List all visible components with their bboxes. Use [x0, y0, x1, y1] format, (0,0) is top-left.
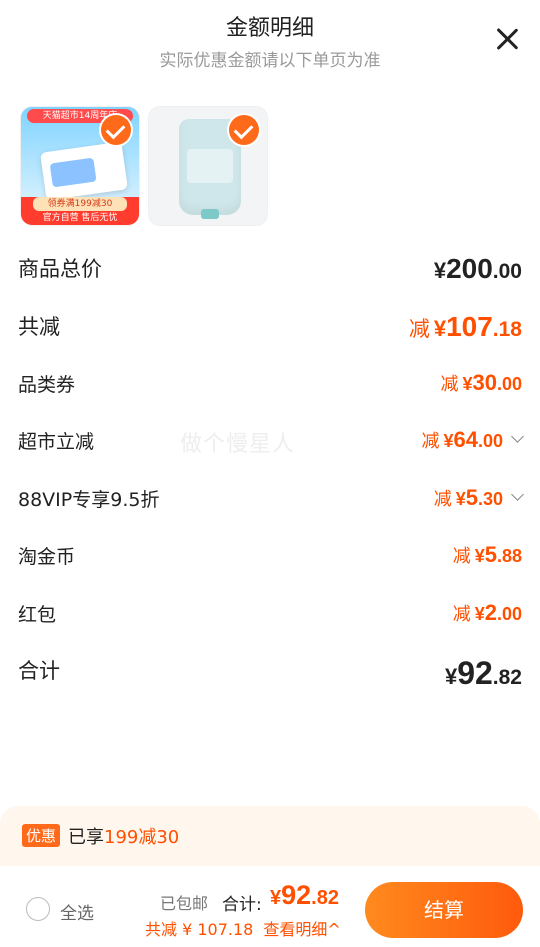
row-label: 商品总价 [18, 257, 102, 281]
row-total-reduce: 共减 减 ¥107.18 [18, 311, 522, 342]
chevron-down-icon[interactable] [511, 488, 524, 501]
footer-bar: 全选 已包邮 合计: ¥92.82 共减 ¥ 107.18 查看明细^ 结算 [0, 866, 540, 947]
row-label: 红包 [18, 604, 57, 626]
row-amount: 减 ¥2.00 [452, 600, 522, 625]
product-image [40, 141, 128, 201]
row-amount: 减 ¥5.30 [434, 485, 524, 511]
product-thumbnail-1[interactable]: 天猫超市14周年庆 领券满199减30 官方自营 售后无忧 [20, 106, 140, 226]
row-amount: 减 ¥30.00 [440, 370, 522, 395]
page-subtitle: 实际优惠金额请以下单页为准 [159, 51, 381, 71]
row-label: 品类券 [18, 374, 76, 396]
total-amount: ¥92.82 [270, 880, 339, 910]
row-label: 88VIP专享9.5折 [18, 489, 160, 511]
row-amount: 减 ¥107.18 [408, 311, 522, 342]
thumbnail-promo: 领券满199减30 官方自营 售后无忧 [21, 197, 139, 225]
shipping-status: 已包邮 [160, 894, 209, 913]
discount-summary: 共减 ¥ 107.18 查看明细^ [145, 916, 341, 940]
row-amount: 减 ¥5.88 [452, 542, 522, 567]
checkout-button[interactable]: 结算 [365, 882, 523, 938]
header: 金额明细 实际优惠金额请以下单页为准 [0, 0, 540, 80]
product-thumbnail-2[interactable] [148, 106, 268, 226]
row-label: 超市立减 [18, 431, 95, 453]
selected-check-icon[interactable] [101, 115, 131, 145]
discount-text: 共减 ¥ 107.18 [145, 920, 254, 939]
row-label: 共减 [18, 315, 60, 339]
promo-text: 已享199减30 [68, 827, 180, 848]
close-icon[interactable] [494, 26, 520, 52]
row-amount: ¥92.82 [444, 655, 522, 691]
select-all-radio[interactable] [26, 897, 50, 921]
page-title: 金额明细 [225, 16, 314, 41]
selected-check-icon[interactable] [229, 115, 259, 145]
row-label: 合计 [18, 659, 60, 683]
row-total-goods: 商品总价 ¥200.00 [18, 253, 522, 284]
row-taojinbi: 淘金币 减 ¥5.88 [18, 542, 522, 572]
row-vip-discount[interactable]: 88VIP专享9.5折 减 ¥5.30 [18, 485, 524, 515]
row-supermarket-reduce[interactable]: 超市立减 减 ¥64.00 [18, 427, 524, 457]
chevron-down-icon[interactable] [511, 430, 524, 443]
total-label: 合计: [222, 895, 262, 915]
row-hongbao: 红包 减 ¥2.00 [18, 600, 522, 630]
row-amount: 减 ¥64.00 [421, 427, 524, 453]
row-amount: ¥200.00 [433, 253, 522, 284]
row-sum: 合计 ¥92.82 [18, 655, 522, 691]
view-details-link[interactable]: 查看明细^ [263, 920, 340, 939]
row-label: 淘金币 [18, 546, 76, 568]
row-category-coupon: 品类券 减 ¥30.00 [18, 370, 522, 400]
promo-tag: 优惠 [22, 824, 61, 847]
select-all-label[interactable]: 全选 [60, 899, 94, 924]
promo-bar: 优惠 已享199减30 [0, 806, 540, 866]
